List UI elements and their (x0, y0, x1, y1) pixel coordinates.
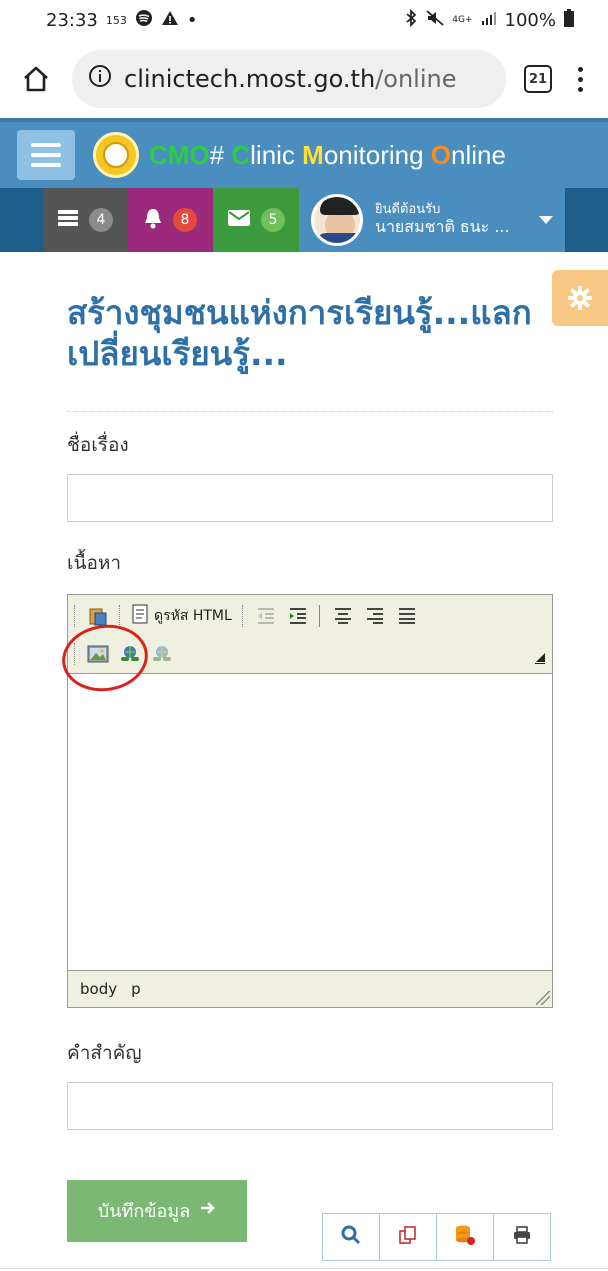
page-title: สร้างชุมชนแห่งการเรียนรู้...แลกเปลี่ยนเร… (67, 293, 532, 374)
status-bar: 23:33 153 • 4G+ 100% (0, 0, 608, 40)
editor-content-area[interactable] (68, 672, 552, 971)
unlink-icon[interactable] (151, 643, 173, 665)
notification-bar: 4 8 5 ยินดีต้อนรับ นายสมชาติ ธนะ ... (0, 188, 608, 252)
editor-status-bar: body p (68, 971, 552, 1007)
status-left: 23:33 153 • (46, 9, 198, 32)
battery-level: 100% (504, 9, 556, 31)
document-icon (132, 604, 148, 628)
clock: 23:33 (46, 9, 98, 31)
signal-icon (481, 10, 497, 31)
network-type: 4G+ (452, 14, 473, 25)
database-icon (454, 1224, 476, 1250)
page-bottom-divider (0, 1268, 608, 1269)
printer-icon (512, 1225, 532, 1249)
browser-toolbar: clinictech.most.go.th/online 21 (0, 40, 608, 118)
address-bar[interactable]: clinictech.most.go.th/online (72, 50, 506, 108)
subject-input[interactable] (67, 473, 553, 522)
copy-icon (398, 1225, 418, 1249)
tasks-badge: 4 (89, 208, 113, 232)
resize-grip-icon[interactable] (536, 990, 550, 1005)
spotify-icon (135, 9, 153, 32)
envelope-icon (227, 209, 251, 231)
align-center-icon[interactable] (332, 605, 354, 627)
tasks-icon (57, 208, 79, 232)
search-button[interactable] (322, 1213, 380, 1261)
status-right: 4G+ 100% (404, 8, 574, 32)
copy-button[interactable] (379, 1213, 437, 1261)
brand-title: CMO# Clinic Monitoring Online (149, 139, 506, 170)
outdent-icon[interactable] (255, 605, 277, 627)
divider (67, 410, 553, 412)
hamburger-menu-icon[interactable] (17, 130, 75, 180)
arrow-right-icon (200, 1200, 216, 1221)
url-path: /online (375, 65, 457, 93)
indent-icon[interactable] (287, 605, 309, 627)
database-button[interactable] (436, 1213, 494, 1261)
info-icon[interactable] (88, 64, 112, 94)
home-icon[interactable] (18, 61, 54, 97)
settings-gear-icon[interactable] (552, 270, 608, 326)
avatar (311, 194, 363, 246)
welcome-text: ยินดีต้อนรับ (375, 202, 441, 218)
tasks-button[interactable]: 4 (43, 188, 127, 252)
save-button[interactable]: บันทึกข้อมูล (67, 1179, 247, 1242)
keyword-input[interactable] (67, 1081, 553, 1130)
user-name: นายสมชาติ ธนะ ... (375, 217, 510, 237)
app-header: CMO# Clinic Monitoring Online (0, 118, 608, 188)
print-button[interactable] (493, 1213, 551, 1261)
messages-button[interactable]: 5 (213, 188, 299, 252)
view-html-button[interactable]: ดูรหัส HTML (132, 604, 232, 628)
bluetooth-icon (404, 8, 418, 32)
alerts-button[interactable]: 8 (127, 188, 213, 252)
battery-icon (564, 8, 574, 32)
align-right-icon[interactable] (364, 605, 386, 627)
toolbar-expand-icon[interactable] (534, 652, 546, 667)
overflow-menu-icon[interactable] (570, 66, 590, 92)
content-label: เนื้อหา (67, 551, 122, 574)
dot-icon: • (186, 9, 198, 31)
paste-icon[interactable] (87, 605, 109, 627)
messages-badge: 5 (261, 208, 285, 232)
warning-icon (161, 10, 179, 31)
bell-icon (143, 207, 163, 233)
chevron-down-icon[interactable] (539, 216, 553, 224)
editor-toolbar: ดูรหัส HTML (57, 595, 552, 697)
alerts-badge: 8 (173, 208, 197, 232)
notification-count: 153 (105, 13, 127, 27)
logo (93, 132, 139, 178)
path-body[interactable]: body (80, 980, 117, 998)
search-icon (341, 1225, 361, 1249)
rich-text-editor: ดูรหัส HTML body p (57, 593, 553, 1008)
user-menu[interactable]: ยินดีต้อนรับ นายสมชาติ ธนะ ... (299, 188, 565, 252)
align-justify-icon[interactable] (396, 605, 418, 627)
url-domain: clinictech.most.go.th (124, 65, 376, 93)
bottom-toolbar (322, 1213, 551, 1261)
main-content: สร้างชุมชนแห่งการเรียนรู้...แลกเปลี่ยนเร… (0, 292, 608, 1242)
path-p[interactable]: p (131, 980, 141, 998)
keyword-label: คำสำคัญ (67, 1041, 142, 1064)
mute-icon (426, 9, 444, 32)
tab-switcher-button[interactable]: 21 (524, 65, 552, 93)
subject-label: ชื่อเรื่อง (67, 433, 129, 456)
